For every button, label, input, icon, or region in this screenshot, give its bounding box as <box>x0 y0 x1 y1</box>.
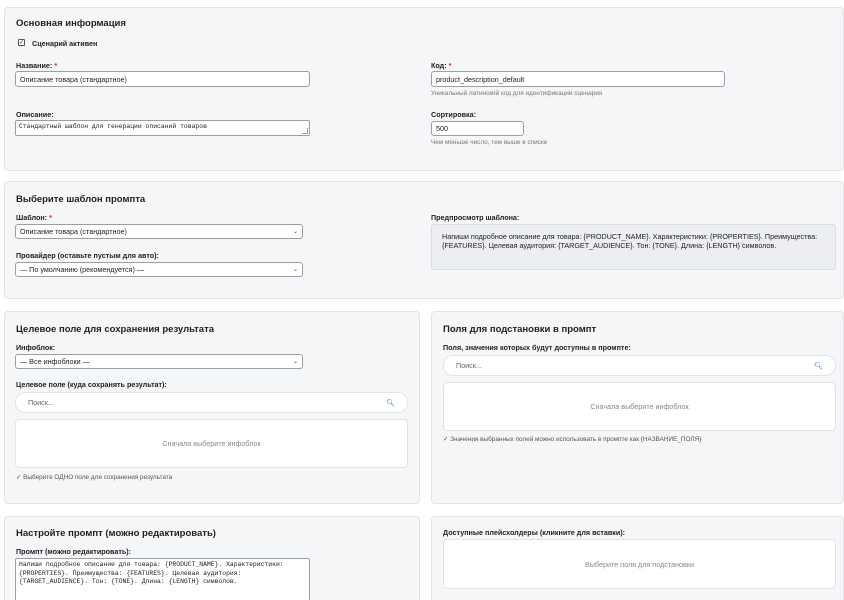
target-note: ✓ Выберите ОДНО поле для сохранения резу… <box>16 474 173 481</box>
chevron-down-icon: ⌄ <box>292 359 298 365</box>
placeholders-list: Выберите поля для подстановки <box>443 539 836 589</box>
prompt-title: Настройте промпт (можно редактировать) <box>16 528 216 539</box>
name-label: Название: * <box>16 61 58 70</box>
check-icon: ✓ <box>18 40 25 46</box>
provider-select-label: Провайдер (оставьте пустым для авто): <box>16 251 159 260</box>
active-checkbox[interactable]: ✓ <box>18 39 25 46</box>
target-search-input[interactable]: Поиск... 🔍︎ <box>15 392 408 413</box>
iblock-select-label: Инфоблок: <box>16 343 56 352</box>
chevron-down-icon: ⌄ <box>292 267 298 273</box>
fields-search-input[interactable]: Поиск... 🔍︎ <box>443 355 836 376</box>
active-checkbox-label: Сценарий активен <box>32 39 98 48</box>
template-preview: Напиши подробное описание для товара: {P… <box>431 224 836 270</box>
template-title: Выберите шаблон промпта <box>16 194 146 205</box>
name-input[interactable]: Описание товара (стандартное) <box>15 71 310 87</box>
search-icon: 🔍︎ <box>814 362 823 370</box>
description-label: Описание: <box>16 110 54 119</box>
sort-input[interactable]: 500 <box>431 121 524 136</box>
fields-title: Поля для подстановки в промпт <box>443 324 597 335</box>
placeholders-label: Доступные плейсхолдеры (кликните для вст… <box>443 528 626 537</box>
fields-label: Поля, значения которых будут доступны в … <box>443 343 631 352</box>
template-select-label: Шаблон: * <box>16 213 52 222</box>
basic-info-panel <box>4 7 844 171</box>
iblock-select[interactable]: — Все инфоблоки — ⌄ <box>15 354 303 369</box>
template-select[interactable]: Описание товара (стандартное) ⌄ <box>15 224 303 239</box>
basic-info-title: Основная информация <box>16 18 126 29</box>
target-title: Целевое поле для сохранения результата <box>16 324 215 335</box>
description-textarea[interactable]: Стандартный шаблон для генерации описани… <box>15 120 310 136</box>
fields-list: Сначала выберите инфоблок <box>443 382 836 431</box>
code-hint: Уникальный латинский код для идентификац… <box>431 90 603 97</box>
provider-select[interactable]: — По умолчанию (рекомендуется) — ⌄ <box>15 262 303 277</box>
target-field-label: Целевое поле (куда сохранять результат): <box>16 380 167 389</box>
sort-label: Сортировка: <box>431 110 477 119</box>
chevron-down-icon: ⌄ <box>292 229 298 235</box>
search-icon: 🔍︎ <box>386 399 395 407</box>
fields-note: ✓ Значения выбранных полей можно использ… <box>443 436 702 443</box>
target-fields-list: Сначала выберите инфоблок <box>15 419 408 468</box>
sort-hint: Чем меньше число, тем выше в списке <box>431 139 548 146</box>
code-label: Код: * <box>431 61 452 70</box>
code-input[interactable]: product_description_default <box>431 71 725 87</box>
prompt-label: Промпт (можно редактировать): <box>16 547 132 556</box>
prompt-textarea[interactable]: Напиши подробное описание для товара: {P… <box>15 558 310 600</box>
preview-label: Предпросмотр шаблона: <box>431 213 520 222</box>
